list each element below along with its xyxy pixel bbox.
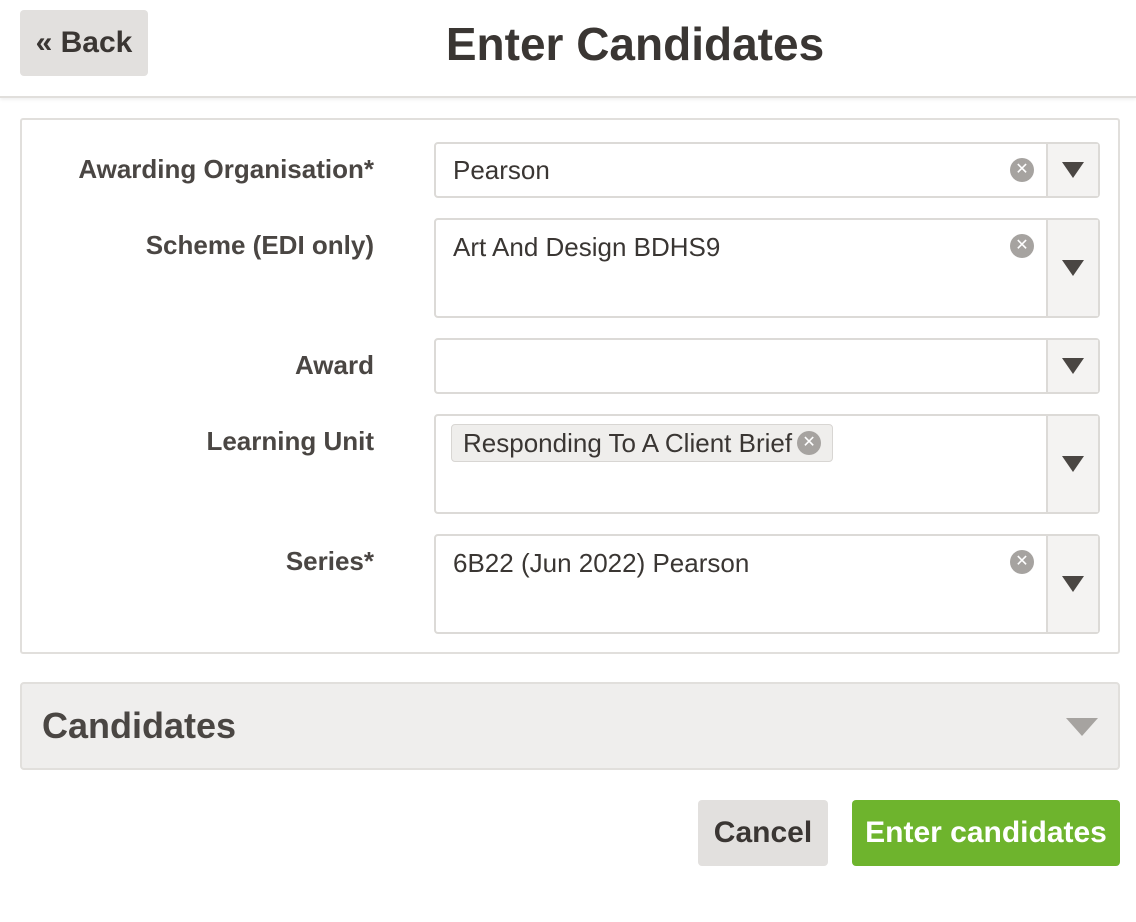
chevron-down-icon [1062,456,1084,472]
dropdown-toggle[interactable] [1046,220,1098,316]
awarding-organisation-value: Pearson [453,155,550,185]
series-label: Series* [285,546,374,576]
clear-icon[interactable]: ✕ [1010,550,1034,574]
scheme-label: Scheme (EDI only) [145,230,374,260]
award-label: Award [295,350,374,380]
learning-unit-select[interactable]: Responding To A Client Brief ✕ [434,414,1100,514]
dropdown-toggle[interactable] [1046,536,1098,632]
series-value: 6B22 (Jun 2022) Pearson [453,548,750,578]
learning-unit-label: Learning Unit [206,426,374,456]
series-select[interactable]: 6B22 (Jun 2022) Pearson ✕ [434,534,1100,634]
chevron-down-icon [1066,718,1098,736]
chevron-down-icon [1062,260,1084,276]
candidates-section-title: Candidates [42,705,237,746]
page-header: « Back Enter Candidates [0,0,1136,98]
awarding-organisation-select[interactable]: Pearson ✕ [434,142,1100,198]
dropdown-toggle[interactable] [1046,416,1098,512]
enter-candidates-button[interactable]: Enter candidates [852,800,1120,866]
candidates-section-toggle[interactable]: Candidates [20,682,1120,770]
awarding-organisation-label: Awarding Organisation* [78,154,374,184]
remove-tag-icon[interactable]: ✕ [797,431,822,455]
clear-icon[interactable]: ✕ [1010,234,1034,258]
dropdown-toggle[interactable] [1046,340,1098,392]
cancel-button[interactable]: Cancel [698,800,828,866]
scheme-value: Art And Design BDHS9 [453,232,721,262]
dropdown-toggle[interactable] [1046,144,1098,196]
learning-unit-tag: Responding To A Client Brief ✕ [451,424,834,462]
learning-unit-tag-label: Responding To A Client Brief [463,428,793,458]
back-button[interactable]: « Back [20,10,148,76]
chevron-down-icon [1062,576,1084,592]
page-title: Enter Candidates [445,18,825,70]
award-select[interactable] [434,338,1100,394]
clear-icon[interactable]: ✕ [1010,158,1034,182]
filter-form-panel: Awarding Organisation* Pearson ✕ Scheme … [20,118,1120,654]
chevron-down-icon [1062,162,1084,178]
scheme-select[interactable]: Art And Design BDHS9 ✕ [434,218,1100,318]
chevron-down-icon [1062,358,1084,374]
